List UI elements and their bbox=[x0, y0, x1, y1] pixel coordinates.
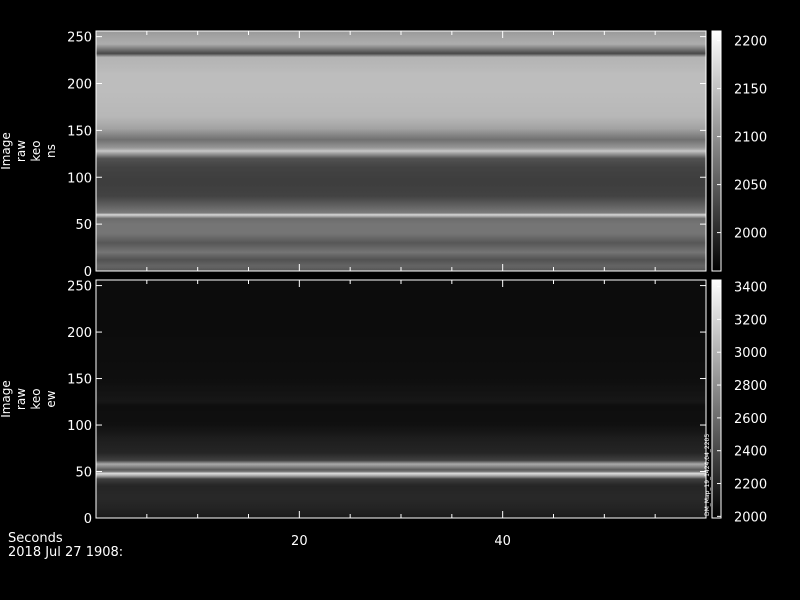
y-axis-label: keo bbox=[29, 140, 43, 161]
colorbar-tick-label: 2400 bbox=[734, 445, 767, 460]
y-axis-label: ns bbox=[44, 144, 58, 158]
y-axis-label: raw bbox=[14, 140, 28, 162]
y-tick-label: 0 bbox=[84, 265, 92, 280]
colorbar-tick-label: 2000 bbox=[734, 510, 767, 525]
colorbar-annotation: DM_Map_19_1424.04_2205 bbox=[704, 434, 711, 516]
y-tick-label: 200 bbox=[67, 78, 92, 93]
colorbar-tick-label: 2200 bbox=[734, 35, 767, 50]
y-axis-label: Image bbox=[0, 380, 13, 418]
y-tick-label: 100 bbox=[67, 419, 92, 434]
plot-canvas: 050100150200250Image raw keo ns200020502100… bbox=[0, 30, 767, 549]
colorbar-tick-label: 2100 bbox=[734, 131, 767, 146]
colorbar-tick-label: 2800 bbox=[734, 379, 767, 394]
y-tick-label: 50 bbox=[75, 218, 92, 233]
x-tick-label: 20 bbox=[291, 534, 308, 549]
y-tick-label: 250 bbox=[67, 280, 92, 295]
y-axis-label: Image bbox=[0, 132, 13, 170]
y-tick-label: 200 bbox=[67, 326, 92, 341]
colorbar-tick-label: 2150 bbox=[734, 83, 767, 98]
x-tick-label: 40 bbox=[494, 534, 511, 549]
colorbar-tick-label: 2050 bbox=[734, 179, 767, 194]
colorbar-tick-label: 3400 bbox=[734, 281, 767, 296]
colorbar-tick-label: 2600 bbox=[734, 412, 767, 427]
colorbar-tick-label: 3000 bbox=[734, 346, 767, 361]
y-tick-label: 0 bbox=[84, 512, 92, 527]
colorbar-tick-label: 2000 bbox=[734, 227, 767, 242]
keogram-figure: 0 50 100 150 200 250 Image raw keo ns 2000 2050 2100… bbox=[0, 0, 800, 600]
heatmap-image bbox=[96, 31, 706, 271]
y-tick-label: 250 bbox=[67, 31, 92, 46]
heatmap-image bbox=[96, 280, 706, 518]
y-tick-label: 100 bbox=[67, 171, 92, 186]
date-label: 2018 Jul 27 1908: bbox=[8, 545, 124, 560]
colorbar bbox=[711, 30, 722, 272]
y-tick-label: 50 bbox=[75, 466, 92, 481]
colorbar-tick-label: 2200 bbox=[734, 478, 767, 493]
x-axis-label: Seconds bbox=[8, 531, 63, 546]
y-axis-label: ew bbox=[44, 390, 58, 407]
y-axis-label: raw bbox=[14, 388, 28, 410]
y-axis-label: keo bbox=[29, 388, 43, 409]
colorbar bbox=[711, 279, 722, 519]
colorbar-tick-label: 3200 bbox=[734, 313, 767, 328]
y-tick-label: 150 bbox=[67, 124, 92, 139]
y-tick-label: 150 bbox=[67, 373, 92, 388]
